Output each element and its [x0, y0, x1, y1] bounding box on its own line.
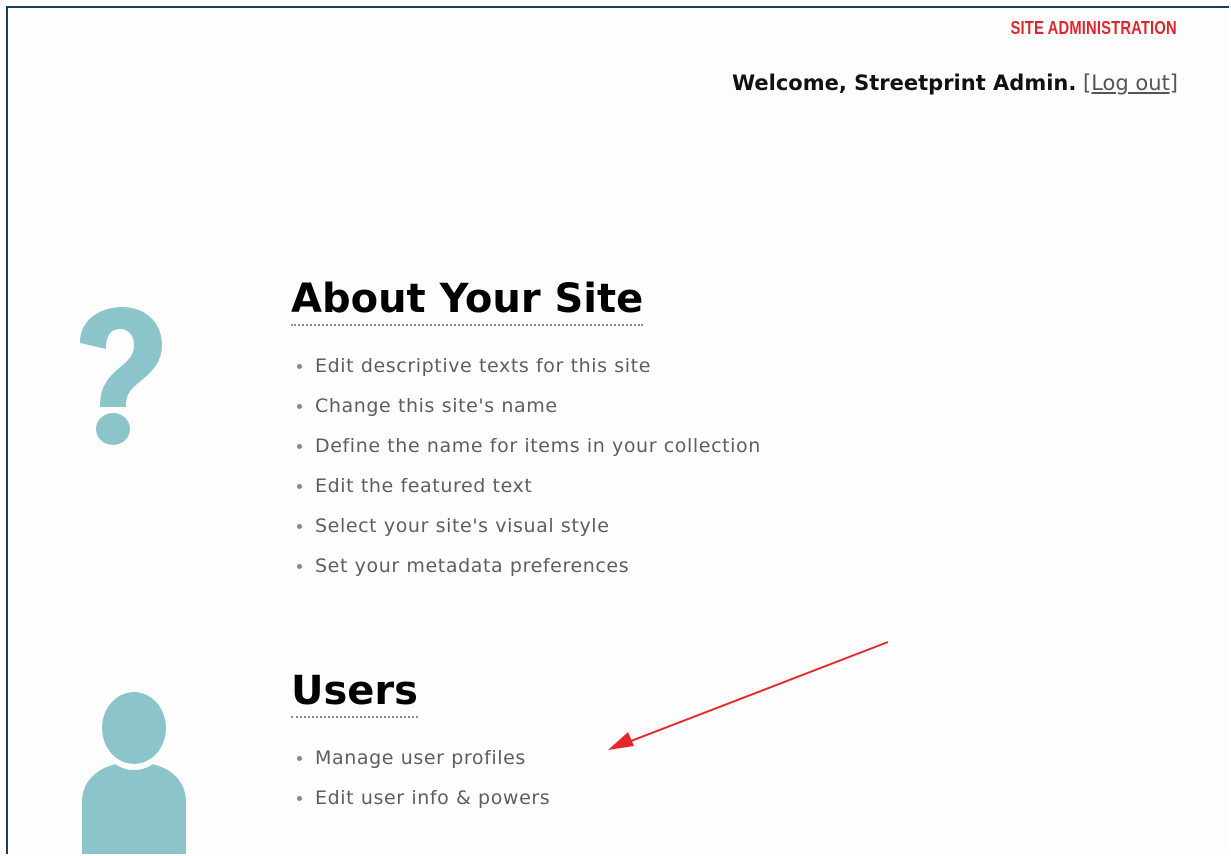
user-silhouette-icon	[82, 690, 186, 854]
link-edit-user-info[interactable]: Edit user info & powers	[291, 778, 550, 818]
site-administration-label: SITE ADMINISTRATION	[1010, 18, 1177, 38]
link-edit-featured-text[interactable]: Edit the featured text	[291, 466, 761, 506]
about-links-list: Edit descriptive texts for this site Cha…	[291, 346, 761, 586]
link-manage-user-profiles[interactable]: Manage user profiles	[291, 738, 550, 778]
section-title: Users	[291, 670, 418, 718]
users-links-list: Manage user profiles Edit user info & po…	[291, 738, 550, 818]
about-your-site-section: About Your Site Edit descriptive texts f…	[291, 278, 761, 586]
link-define-item-name[interactable]: Define the name for items in your collec…	[291, 426, 761, 466]
link-metadata-preferences[interactable]: Set your metadata preferences	[291, 546, 761, 586]
link-edit-descriptive-texts[interactable]: Edit descriptive texts for this site	[291, 346, 761, 386]
logout-link[interactable]: [Log out]	[1083, 71, 1178, 95]
welcome-text: Welcome, Streetprint Admin.	[731, 71, 1077, 95]
admin-page: SITE ADMINISTRATION Welcome, Streetprint…	[6, 6, 1229, 854]
annotation-arrow	[608, 641, 889, 750]
link-select-visual-style[interactable]: Select your site's visual style	[291, 506, 761, 546]
welcome-bar: Welcome, Streetprint Admin. [Log out]	[732, 71, 1178, 95]
section-title: About Your Site	[291, 278, 644, 326]
question-mark-icon	[80, 307, 162, 445]
link-change-site-name[interactable]: Change this site's name	[291, 386, 761, 426]
users-section: Users Manage user profiles Edit user inf…	[291, 670, 550, 818]
